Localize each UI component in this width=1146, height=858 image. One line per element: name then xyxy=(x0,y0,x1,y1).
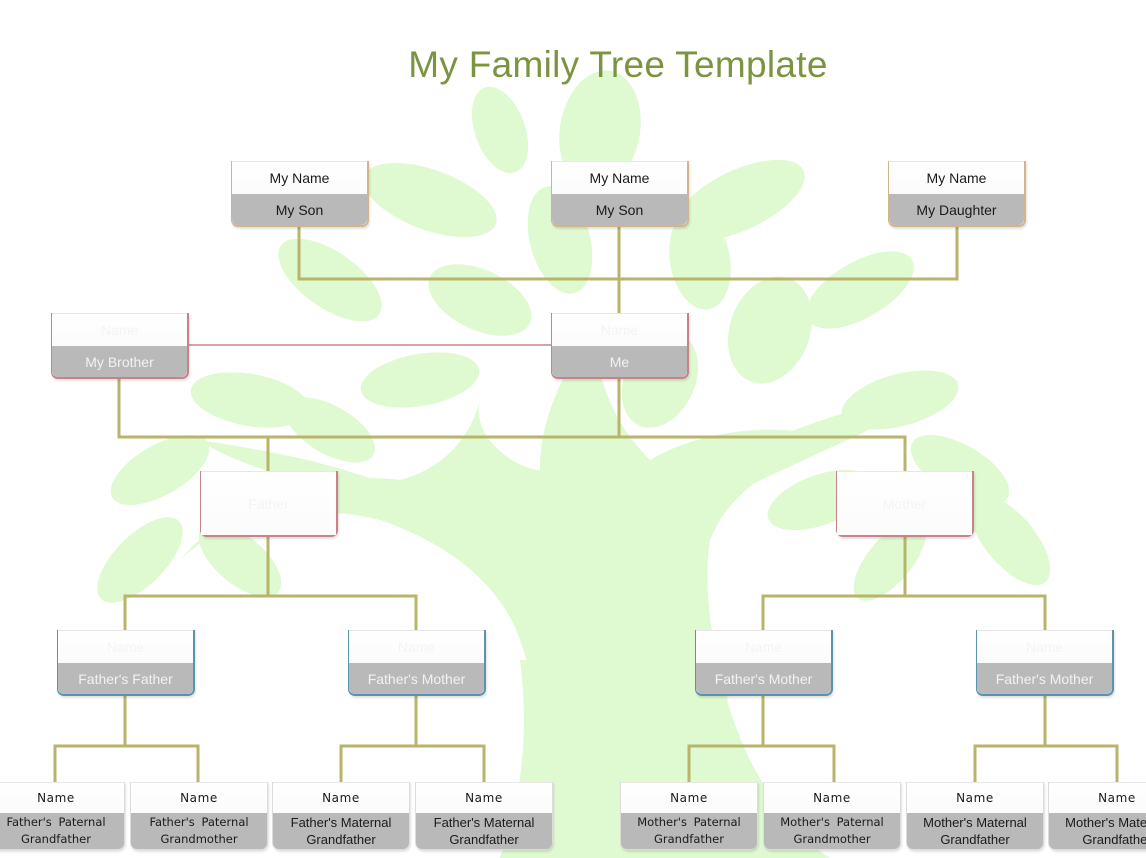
connector-siblings-parents xyxy=(117,378,907,472)
node-name[interactable]: My Name xyxy=(889,161,1024,194)
great-grandparent-node-5[interactable]: Name Mother's Paternal Grandfather xyxy=(620,782,758,850)
child-node-son-1[interactable]: My Name My Son xyxy=(231,161,369,227)
node-relation: Father's Father xyxy=(58,663,193,694)
node-name[interactable]: Name xyxy=(349,630,484,663)
relation-line-1: Mother's Paternal xyxy=(780,815,884,829)
node-name[interactable]: Name xyxy=(52,313,187,346)
node-relation: Father's Mother xyxy=(696,663,831,694)
node-relation: Father's Maternal Grandfather xyxy=(416,813,552,849)
node-relation: My Son xyxy=(232,194,367,225)
relation-line-2: Grandfather xyxy=(21,832,91,846)
child-node-daughter[interactable]: My Name My Daughter xyxy=(888,161,1026,227)
me-node[interactable]: Name Me xyxy=(551,313,689,379)
child-node-son-2[interactable]: My Name My Son xyxy=(551,161,689,227)
connector-ggp3 xyxy=(687,744,836,782)
relation-line-2: Grandfather xyxy=(306,832,376,847)
relation-line-1: Mother's Paternal xyxy=(637,815,741,829)
node-name[interactable]: Name xyxy=(58,630,193,663)
node-name[interactable]: Name xyxy=(1049,782,1146,813)
great-grandparent-node-4[interactable]: Name Father's Maternal Grandfather xyxy=(415,782,553,850)
grandparent-node-2[interactable]: Name Father's Mother xyxy=(348,630,486,696)
node-relation: Father's Maternal Grandfather xyxy=(273,813,409,849)
relation-line-1: Father's Maternal xyxy=(290,815,392,830)
relation-line-2: Grandfather xyxy=(1082,832,1146,847)
node-relation: Mother's Maternal Grandfather xyxy=(907,813,1043,849)
relation-line-2: Grandmother xyxy=(160,832,238,846)
relation-line-2: Grandfather xyxy=(449,832,519,847)
node-relation: My Brother xyxy=(52,346,187,377)
connector-lines xyxy=(53,226,1119,782)
grandparent-node-3[interactable]: Name Father's Mother xyxy=(695,630,833,696)
node-name[interactable]: Name xyxy=(621,782,757,813)
grandparent-node-1[interactable]: Name Father's Father xyxy=(57,630,195,696)
node-name[interactable]: Name xyxy=(696,630,831,663)
relation-line-1: Mother's Maternal xyxy=(923,815,1027,830)
node-name[interactable]: Name xyxy=(273,782,409,813)
grandparent-node-4[interactable]: Name Father's Mother xyxy=(976,630,1114,696)
node-name[interactable]: Name xyxy=(977,630,1112,663)
great-grandparent-node-7[interactable]: Name Mother's Maternal Grandfather xyxy=(906,782,1044,850)
node-name[interactable]: Father xyxy=(201,471,336,535)
relation-line-1: Father's Paternal xyxy=(149,815,249,829)
connector-ggp1 xyxy=(53,744,200,782)
node-name[interactable]: Name xyxy=(907,782,1043,813)
relation-line-1: Father's Maternal xyxy=(433,815,535,830)
great-grandparent-node-6[interactable]: Name Mother's Paternal Grandmother xyxy=(763,782,901,850)
node-name[interactable]: Name xyxy=(552,313,687,346)
node-relation: My Daughter xyxy=(889,194,1024,225)
node-relation: Father's Paternal Grandfather xyxy=(0,813,124,849)
great-grandparent-node-2[interactable]: Name Father's Paternal Grandmother xyxy=(130,782,268,850)
node-relation: Mother's Paternal Grandmother xyxy=(764,813,900,849)
connector-maternal-gp xyxy=(761,594,1047,631)
relation-line-2: Grandmother xyxy=(793,832,871,846)
parent-node-father[interactable]: Father xyxy=(200,471,338,537)
relation-line-1: Father's Paternal xyxy=(6,815,106,829)
connector-ggp2 xyxy=(339,744,486,782)
node-relation: Father's Mother xyxy=(349,663,484,694)
great-grandparent-node-1[interactable]: Name Father's Paternal Grandfather xyxy=(0,782,125,850)
node-name[interactable]: Name xyxy=(0,782,124,813)
node-name[interactable]: Mother xyxy=(837,471,972,535)
relation-line-1: Mother's Maternal xyxy=(1065,815,1146,830)
node-name[interactable]: Name xyxy=(416,782,552,813)
sibling-node-brother[interactable]: Name My Brother xyxy=(51,313,189,379)
node-relation: Me xyxy=(552,346,687,377)
node-name[interactable]: Name xyxy=(131,782,267,813)
node-name[interactable]: Name xyxy=(764,782,900,813)
great-grandparent-node-3[interactable]: Name Father's Maternal Grandfather xyxy=(272,782,410,850)
node-relation: Father's Paternal Grandmother xyxy=(131,813,267,849)
node-relation: Mother's Maternal Grandfather xyxy=(1049,813,1146,849)
node-relation: Father's Mother xyxy=(977,663,1112,694)
relation-line-2: Grandfather xyxy=(654,832,724,846)
connector-paternal-gp xyxy=(123,594,418,631)
connector-ggp4 xyxy=(973,744,1119,782)
node-relation: Mother's Paternal Grandfather xyxy=(621,813,757,849)
parent-node-mother[interactable]: Mother xyxy=(836,471,974,537)
page-title: My Family Tree Template xyxy=(408,44,828,85)
great-grandparent-node-8[interactable]: Name Mother's Maternal Grandfather xyxy=(1048,782,1146,850)
connector-children xyxy=(297,226,959,281)
node-relation: My Son xyxy=(552,194,687,225)
relation-line-2: Grandfather xyxy=(940,832,1010,847)
node-name[interactable]: My Name xyxy=(232,161,367,194)
node-name[interactable]: My Name xyxy=(552,161,687,194)
